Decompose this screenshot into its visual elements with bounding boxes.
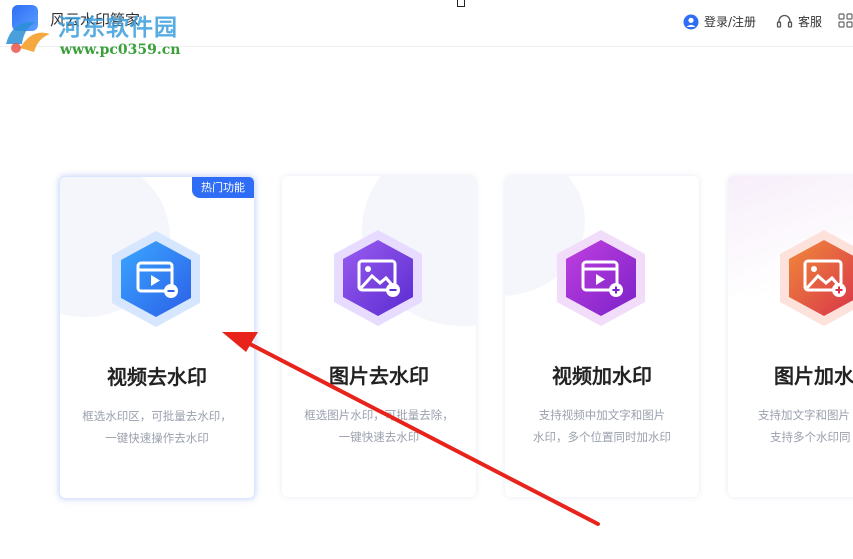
image-remove-icon bbox=[334, 230, 422, 326]
card-image-remove-watermark[interactable]: 图片去水印 框选图片水印，可批量去除， 一键快速去水印 bbox=[282, 176, 476, 497]
apps-grid-icon[interactable] bbox=[838, 13, 853, 28]
customer-service-button[interactable]: 客服 bbox=[776, 13, 822, 30]
login-label: 登录/注册 bbox=[704, 15, 757, 29]
card-title: 图片去水印 bbox=[329, 364, 429, 388]
cursor-icon bbox=[457, 0, 465, 7]
card-description: 支持加文字和图片 支持多个水印同 bbox=[758, 404, 853, 448]
card-description-line: 一键快速去水印 bbox=[338, 430, 420, 444]
card-description-line: 一键快速操作去水印 bbox=[105, 431, 209, 445]
card-description-line: 支持加文字和图片 bbox=[758, 408, 850, 422]
image-add-icon bbox=[780, 230, 853, 326]
card-video-add-watermark[interactable]: 视频加水印 支持视频中加文字和图片 水印，多个位置同时加水印 bbox=[505, 176, 699, 497]
headset-icon bbox=[776, 14, 793, 28]
video-remove-icon bbox=[112, 231, 200, 327]
watermark-site-name: 河东软件园 bbox=[58, 14, 178, 41]
card-title: 视频去水印 bbox=[107, 365, 207, 389]
card-description-line: 支持视频中加文字和图片 bbox=[538, 408, 666, 422]
card-title: 视频加水印 bbox=[552, 364, 652, 388]
card-description-line: 框选图片水印，可批量去除， bbox=[304, 408, 454, 422]
watermark-emblem-icon bbox=[6, 21, 50, 53]
watermark-site-url: www.pc0359.cn bbox=[60, 42, 181, 58]
video-add-icon bbox=[557, 230, 645, 326]
user-icon bbox=[683, 14, 699, 29]
card-description: 框选水印区，可批量去水印， 一键快速操作去水印 bbox=[74, 405, 240, 449]
login-button[interactable]: 登录/注册 bbox=[683, 13, 756, 30]
card-video-remove-watermark[interactable]: 热门功能 视频去水印 框选水印区，可批量去水印， 一键快速操作去水印 bbox=[59, 176, 255, 499]
card-description-line: 框选水印区，可批量去水印， bbox=[82, 409, 232, 423]
card-image-add-watermark[interactable]: 图片加水印 支持加文字和图片 支持多个水印同 bbox=[728, 176, 853, 497]
title-bar: 风云水印管家 河东软件园 www.pc0359.cn 登录/注册 客服 bbox=[0, 0, 853, 58]
service-label: 客服 bbox=[798, 15, 823, 29]
card-description: 支持视频中加文字和图片 水印，多个位置同时加水印 bbox=[519, 404, 685, 448]
card-title: 图片加水印 bbox=[774, 364, 853, 388]
card-description-line: 水印，多个位置同时加水印 bbox=[533, 430, 671, 444]
hot-feature-badge: 热门功能 bbox=[192, 177, 254, 198]
card-description: 框选图片水印，可批量去除， 一键快速去水印 bbox=[296, 404, 462, 448]
card-description-line: 支持多个水印同 bbox=[770, 430, 851, 444]
